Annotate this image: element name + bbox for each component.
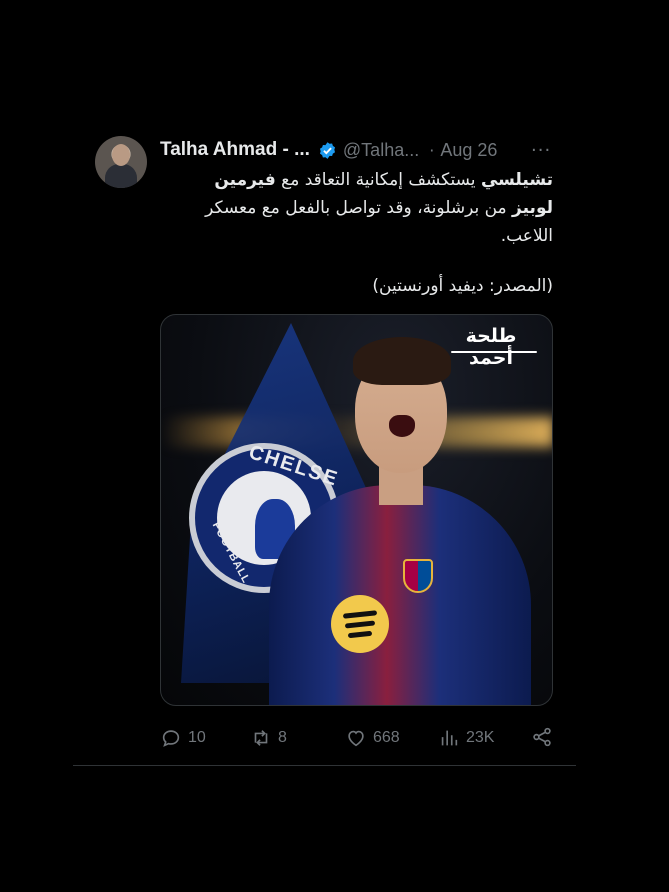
repost-icon (254, 730, 268, 746)
tweet-divider (73, 765, 576, 766)
avatar-suit (105, 164, 137, 188)
verified-badge-icon (319, 141, 335, 159)
tweet-text-plain-2: من برشلونة، وقد تواصل بالفعل مع معسكر ال… (205, 198, 553, 246)
tweet-text-bold-1: تشيلسي (480, 170, 553, 190)
author-handle[interactable]: @Talha... (343, 140, 419, 161)
reply-icon (162, 730, 180, 747)
tweet-date[interactable]: Aug 26 (440, 140, 497, 161)
share-icon[interactable] (531, 726, 553, 748)
sponsor-logo-icon (331, 595, 389, 653)
avatar-face (112, 144, 130, 166)
club-badge-icon (403, 559, 433, 593)
brand-underline (451, 351, 537, 353)
reply-button[interactable]: 10 (160, 726, 206, 750)
tweet-text: تشيلسي يستكشف إمكانية التعاقد مع فيرمين ل… (160, 166, 553, 250)
player-hair (353, 337, 451, 385)
repost-count: 8 (278, 729, 287, 746)
tweet-text-bold-2: فيرمين (214, 170, 276, 190)
like-icon (348, 730, 364, 747)
more-icon[interactable]: ··· (531, 140, 553, 161)
tweet[interactable]: Talha Ahmad - ... @Talha... · Aug 26 ···… (0, 0, 669, 892)
tweet-text-bold-3: لوبيز (512, 198, 553, 218)
views-button[interactable]: 23K (438, 726, 494, 750)
reply-count: 10 (188, 729, 206, 746)
views-count: 23K (466, 729, 495, 746)
tweet-source: (المصدر: ديفيد أورنستين) (372, 276, 553, 296)
repost-button[interactable]: 8 (250, 726, 287, 750)
tweet-text-plain-1: يستكشف إمكانية التعاقد مع (275, 170, 481, 190)
avatar[interactable] (95, 136, 147, 188)
player-mouth (389, 415, 415, 437)
like-count: 668 (373, 729, 400, 746)
brand-watermark: طلحة أحمد (465, 325, 517, 369)
like-button[interactable]: 668 (345, 726, 400, 750)
tweet-header: Talha Ahmad - ... @Talha... · Aug 26 (160, 138, 560, 162)
tweet-media-image[interactable]: CHELSE FOOTBALL طلحة أحمد (160, 314, 553, 706)
player-jersey (269, 485, 531, 705)
views-icon (441, 730, 458, 746)
author-name[interactable]: Talha Ahmad - ... (160, 139, 310, 161)
tweet-actions: 10 8 668 23K (160, 726, 553, 750)
separator-dot: · (429, 140, 435, 160)
